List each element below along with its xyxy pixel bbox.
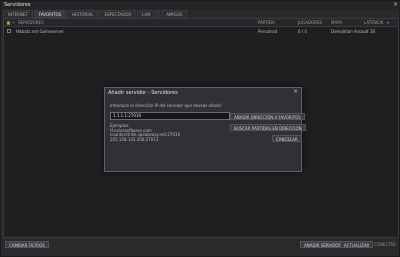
list-header: 🔒 ✧ SERVIDORES PARTIDA JUGADORES MAPA LA… [4,19,398,27]
tab-internet[interactable]: INTERNET [3,10,33,18]
bottom-bar: CAMBIAR FILTROS AÑADIR SERVIDOR ACTUALIZ… [1,238,400,257]
server-map: Demolition Assault 1B [331,29,376,34]
ip-address-input[interactable]: 1.1.1.1:27016 [110,112,230,120]
connect-button[interactable]: CONECTAR [371,241,399,248]
tab-friends[interactable]: AMIGOS [161,10,188,18]
sort-arrow-icon: ▾ [387,20,390,25]
title-bar[interactable]: Servidores × [1,1,400,10]
find-games-button[interactable]: BUSCAR PARTIDAS EN DIRECCIÓN [230,124,306,131]
tab-favorites[interactable]: FAVORITOS [33,10,67,18]
tab-spectate[interactable]: ESPECTADOR [99,10,137,18]
shield-icon[interactable]: ✧ [12,20,15,25]
dialog-title: Añadir servidor - Servidores [108,90,178,96]
column-players[interactable]: JUGADORES [298,20,322,25]
add-server-button[interactable]: AÑADIR SERVIDOR [300,241,346,248]
tab-spacer [156,10,161,18]
change-filters-button[interactable]: CAMBIAR FILTROS [5,241,49,248]
server-game: Persotrad [258,29,278,34]
example-item: 205.158.143.200:27013 [110,136,159,142]
add-server-dialog: Añadir servidor - Servidores × Introduce… [104,87,306,172]
tab-bar: INTERNET FAVORITOS HISTORIAL ESPECTADOR … [3,10,188,18]
dialog-close-icon[interactable]: × [293,89,298,95]
column-servers[interactable]: SERVIDORES [18,20,44,25]
close-icon[interactable]: × [393,2,398,8]
column-latency[interactable]: LATENCIA [364,20,383,25]
table-row[interactable]: Hitbotz.net Gameserver Persotrad 0 / 4 D… [4,28,398,35]
dialog-instructions: Introduce la dirección IP del servidor q… [110,103,223,108]
lock-icon[interactable]: 🔒 [6,20,11,25]
server-players: 0 / 4 [298,29,307,34]
favorite-checkbox[interactable] [7,29,11,33]
refresh-button[interactable]: ACTUALIZAR [340,241,374,248]
examples-block: Ejemplos: tf.valvesoftware.com counterst… [110,123,180,142]
tab-history[interactable]: HISTORIAL [67,10,99,18]
column-map[interactable]: MAPA [331,20,342,25]
tab-lan[interactable]: LAN [137,10,156,18]
window-title: Servidores [4,2,31,8]
column-game[interactable]: PARTIDA [258,20,275,25]
cancel-button[interactable]: CANCELAR [272,135,302,142]
add-to-favorites-button[interactable]: AÑADIR DIRECCIÓN A FAVORITOS [230,113,305,120]
server-name: Hitbotz.net Gameserver [16,29,65,34]
